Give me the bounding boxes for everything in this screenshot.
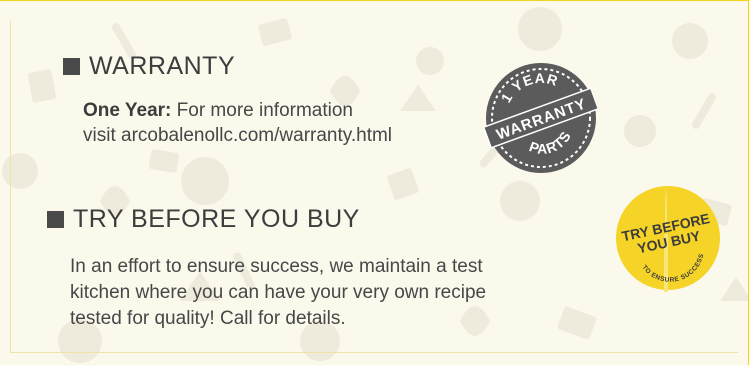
bullet-square-icon	[63, 58, 80, 75]
bottom-divider	[11, 352, 738, 353]
try-before-line2: kitchen where you can have your very own…	[70, 282, 487, 303]
try-before-heading: TRY BEFORE YOU BUY	[47, 205, 360, 234]
bullet-square-icon	[47, 211, 64, 228]
try-before-badge-icon: TRY BEFORE YOU BUY TO ENSURE SUCCESS	[616, 186, 720, 292]
warranty-label: One Year:	[83, 100, 172, 121]
try-before-heading-text: TRY BEFORE YOU BUY	[73, 205, 360, 233]
left-divider	[10, 21, 11, 353]
warranty-link-text: visit arcobalenollc.com/warranty.html	[83, 125, 393, 146]
try-before-line3: tested for quality! Call for details.	[70, 308, 346, 329]
warranty-description: One Year: For more information visit arc…	[83, 98, 392, 148]
try-before-line1: In an effort to ensure success, we maint…	[70, 256, 483, 277]
warranty-badge-icon: 1 YEAR WARRANTY PARTS	[482, 61, 600, 173]
try-before-description: In an effort to ensure success, we maint…	[70, 254, 610, 332]
warranty-heading: WARRANTY	[63, 52, 235, 81]
warranty-heading-text: WARRANTY	[89, 52, 236, 80]
warranty-line1: For more information	[171, 100, 353, 121]
